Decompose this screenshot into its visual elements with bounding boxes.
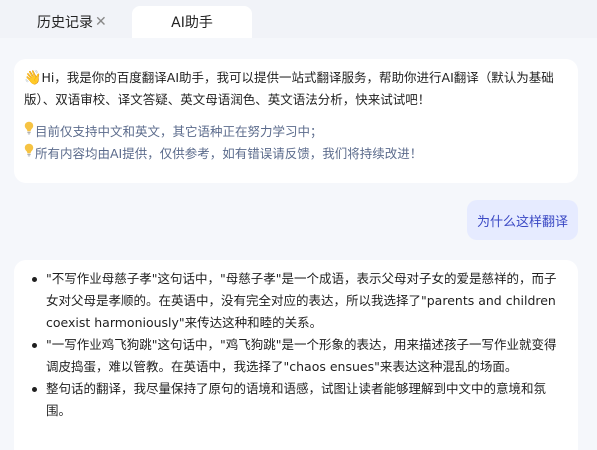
close-icon[interactable]: ✕ [95, 15, 107, 29]
tab-ai-label: AI助手 [171, 15, 213, 31]
tab-history-label: 历史记录 [37, 15, 93, 31]
tip-line-2: 所有内容均由AI提供，仅供参考，如有错误请反馈，我们将持续改进！ [24, 143, 568, 165]
list-item: "不写作业母慈子孝"这句话中，"母慈子孝"是一个成语，表示父母对子女的爱是慈祥的… [32, 268, 564, 334]
intro-text: Hi，我是你的百度翻译AI助手，我可以提供一站式翻译服务，帮助你进行AI翻译（默… [24, 70, 554, 107]
list-item: 整句话的翻译，我尽量保持了原句的语境和语感，试图让读者能够理解到中文中的意境和氛… [32, 378, 564, 422]
bulb-icon [24, 121, 34, 143]
tip-text-1: 目前仅支持中文和英文，其它语种正在努力学习中； [35, 124, 323, 139]
wave-icon: 👋 [24, 70, 42, 86]
user-message-text: 为什么这样翻译 [476, 214, 568, 230]
tab-bar: 历史记录 ✕ AI助手 [0, 0, 597, 38]
list-item: "一写作业鸡飞狗跳"这句话中，"鸡飞狗跳"是一个形象的表达，用来描述孩子一写作业… [32, 334, 564, 378]
tip-text-2: 所有内容均由AI提供，仅供参考，如有错误请反馈，我们将持续改进！ [35, 146, 423, 161]
chat-area: 👋Hi，我是你的百度翻译AI助手，我可以提供一站式翻译服务，帮助你进行AI翻译（… [0, 38, 597, 450]
tip-line-1: 目前仅支持中文和英文，其它语种正在努力学习中； [24, 121, 568, 143]
bulb-icon [24, 143, 34, 165]
answer-list: "不写作业母慈子孝"这句话中，"母慈子孝"是一个成语，表示父母对子女的爱是慈祥的… [32, 268, 564, 422]
tab-ai-assistant[interactable]: AI助手 [132, 6, 252, 38]
intro-message: 👋Hi，我是你的百度翻译AI助手，我可以提供一站式翻译服务，帮助你进行AI翻译（… [24, 67, 568, 111]
assistant-answer-card: "不写作业母慈子孝"这句话中，"母慈子孝"是一个成语，表示父母对子女的爱是慈祥的… [14, 260, 578, 450]
tab-history[interactable]: 历史记录 ✕ [18, 6, 130, 38]
assistant-intro-card: 👋Hi，我是你的百度翻译AI助手，我可以提供一站式翻译服务，帮助你进行AI翻译（… [14, 59, 578, 183]
user-message-bubble: 为什么这样翻译 [467, 200, 578, 240]
